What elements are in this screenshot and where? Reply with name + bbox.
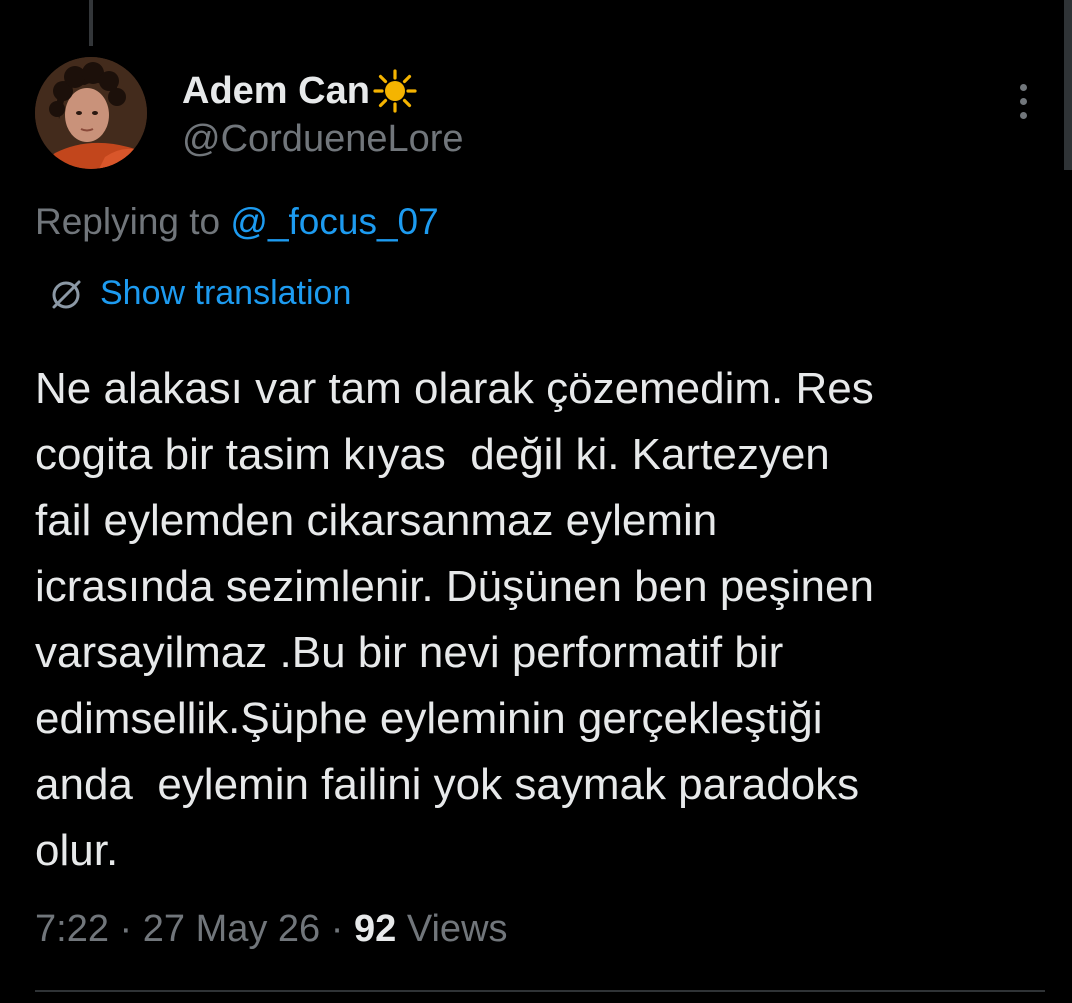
more-dot-icon [1020, 112, 1027, 119]
tweet-text-line: anda eylemin failini yok saymak paradoks [35, 760, 860, 809]
tweet-meta: 7:22 · 27 May 26 · 92 Views [35, 908, 508, 951]
divider [35, 990, 1045, 992]
tweet-date[interactable]: 27 May 26 [143, 908, 320, 950]
replying-prefix: Replying to [35, 201, 221, 242]
author-avatar[interactable] [35, 57, 147, 169]
more-dot-icon [1020, 84, 1027, 91]
tweet-time[interactable]: 7:22 [35, 908, 109, 950]
tweet-text: Ne alakası var tam olarak çözemedim. Res… [35, 356, 1045, 884]
thread-connector-line [89, 0, 93, 46]
tweet-text-line: varsayilmaz .Bu bir nevi performatif bir [35, 628, 784, 677]
views-count[interactable]: 92 [354, 908, 396, 950]
tweet-text-line: olur. [35, 826, 119, 875]
tweet-text-line: fail eylemden cikarsanmaz eylemin [35, 496, 718, 545]
views-label: Views [406, 908, 508, 950]
author-display-name[interactable]: Adem Can [182, 68, 418, 114]
tweet-text-line: Ne alakası var tam olarak çözemedim. Res [35, 364, 874, 413]
tweet-text-line: edimsellik.Şüphe eyleminin gerçekleştiği [35, 694, 823, 743]
translate-globe-icon [52, 280, 81, 308]
author-handle[interactable]: @CordueneLore [182, 118, 464, 161]
meta-separator: · [119, 908, 133, 950]
author-name-text: Adem Can [182, 69, 370, 112]
more-options-button[interactable] [1004, 84, 1044, 124]
sun-icon [373, 69, 417, 113]
tweet-text-line: cogita bir tasim kıyas değil ki. Kartezy… [35, 430, 830, 479]
more-dot-icon [1020, 98, 1027, 105]
tweet-text-line: icrasında sezimlenir. Düşünen ben peşine… [35, 562, 874, 611]
show-translation-label: Show translation [100, 274, 352, 312]
show-translation-button[interactable]: Show translation [48, 274, 351, 313]
profile-avatar-image [35, 57, 147, 169]
scroll-edge [1064, 0, 1072, 170]
replying-to-handle-link[interactable]: @_focus_07 [230, 201, 438, 242]
meta-separator: · [330, 908, 344, 950]
replying-to-line: Replying to @_focus_07 [35, 201, 439, 243]
